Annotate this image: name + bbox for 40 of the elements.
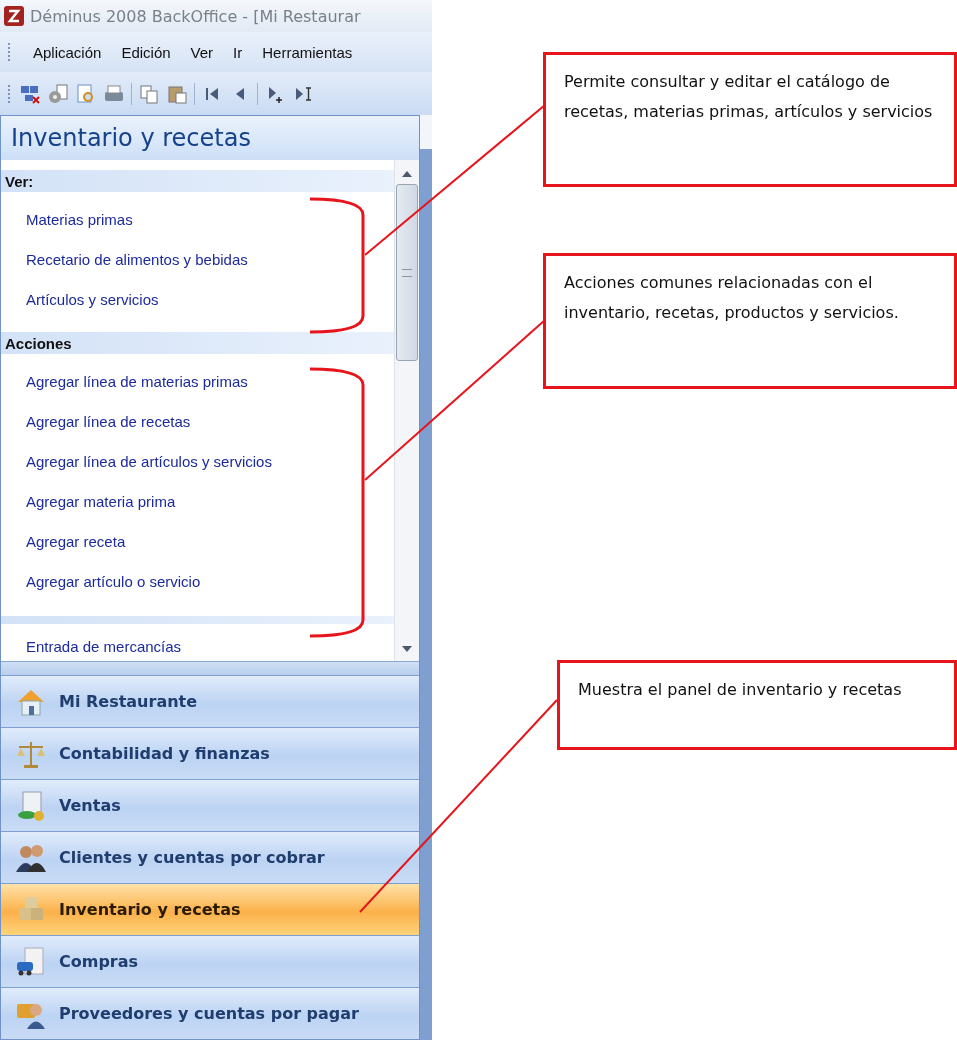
section-header: Acciones (1, 332, 394, 354)
navigation-button[interactable]: Inventario y recetas (1, 883, 419, 935)
task-link[interactable]: Agregar línea de artículos y servicios (1, 442, 394, 482)
menu-item[interactable]: Aplicación (33, 43, 102, 61)
task-link[interactable]: Recetario de alimentos y bebidas (1, 240, 394, 280)
navigation-button[interactable]: Compras (1, 935, 419, 987)
truck-icon (15, 945, 47, 978)
menu-item[interactable]: Ir (233, 43, 243, 61)
callout-box: Permite consultar y editar el catálogo de recetas, materias primas, artículos y servicios (543, 52, 957, 187)
task-link[interactable]: Agregar línea de materias primas (1, 362, 394, 402)
scrollbar[interactable] (394, 160, 419, 661)
task-link[interactable]: Artículos y servicios (1, 280, 394, 320)
app-logo-icon (4, 6, 24, 26)
copy-icon[interactable] (138, 82, 160, 105)
document-area (420, 115, 432, 149)
callout-box: Muestra el panel de inventario y recetas (557, 660, 957, 750)
scroll-down-icon[interactable] (401, 645, 413, 653)
scroll-thumb[interactable] (396, 184, 418, 361)
gear-document-icon[interactable] (47, 82, 69, 105)
navigation-button[interactable]: Proveedores y cuentas por pagar (1, 987, 419, 1039)
navigation-button[interactable]: Contabilidad y finanzas (1, 727, 419, 779)
task-link[interactable]: Agregar línea de recetas (1, 402, 394, 442)
menu-item[interactable]: Ver (190, 43, 214, 61)
menu-item[interactable]: Herramientas (262, 43, 353, 61)
window-title: Déminus 2008 BackOffice - [Mi Restaurar (30, 6, 361, 26)
task-link[interactable]: Agregar materia prima (1, 482, 394, 522)
splitter-grip[interactable] (1, 661, 419, 675)
document-icon (15, 789, 47, 822)
task-link[interactable]: Materias primas (1, 200, 394, 240)
navigation-button[interactable]: Mi Restaurante (1, 675, 419, 727)
panel-title: Inventario y recetas (1, 116, 419, 160)
task-link[interactable]: Agregar artículo o servicio (1, 562, 394, 602)
navigation-button[interactable]: Clientes y cuentas por cobrar (1, 831, 419, 883)
section-header: Ver: (1, 170, 394, 192)
scroll-up-icon[interactable] (401, 170, 413, 178)
task-link[interactable]: Entrada de mercancías (1, 624, 394, 658)
menu-item[interactable]: Edición (121, 43, 171, 61)
callout-box: Acciones comunes relacionadas con el inventario, recetas, productos y servicios. (543, 253, 957, 389)
task-link[interactable]: Agregar receta (1, 522, 394, 562)
navigation-button[interactable]: Ventas (1, 779, 419, 831)
